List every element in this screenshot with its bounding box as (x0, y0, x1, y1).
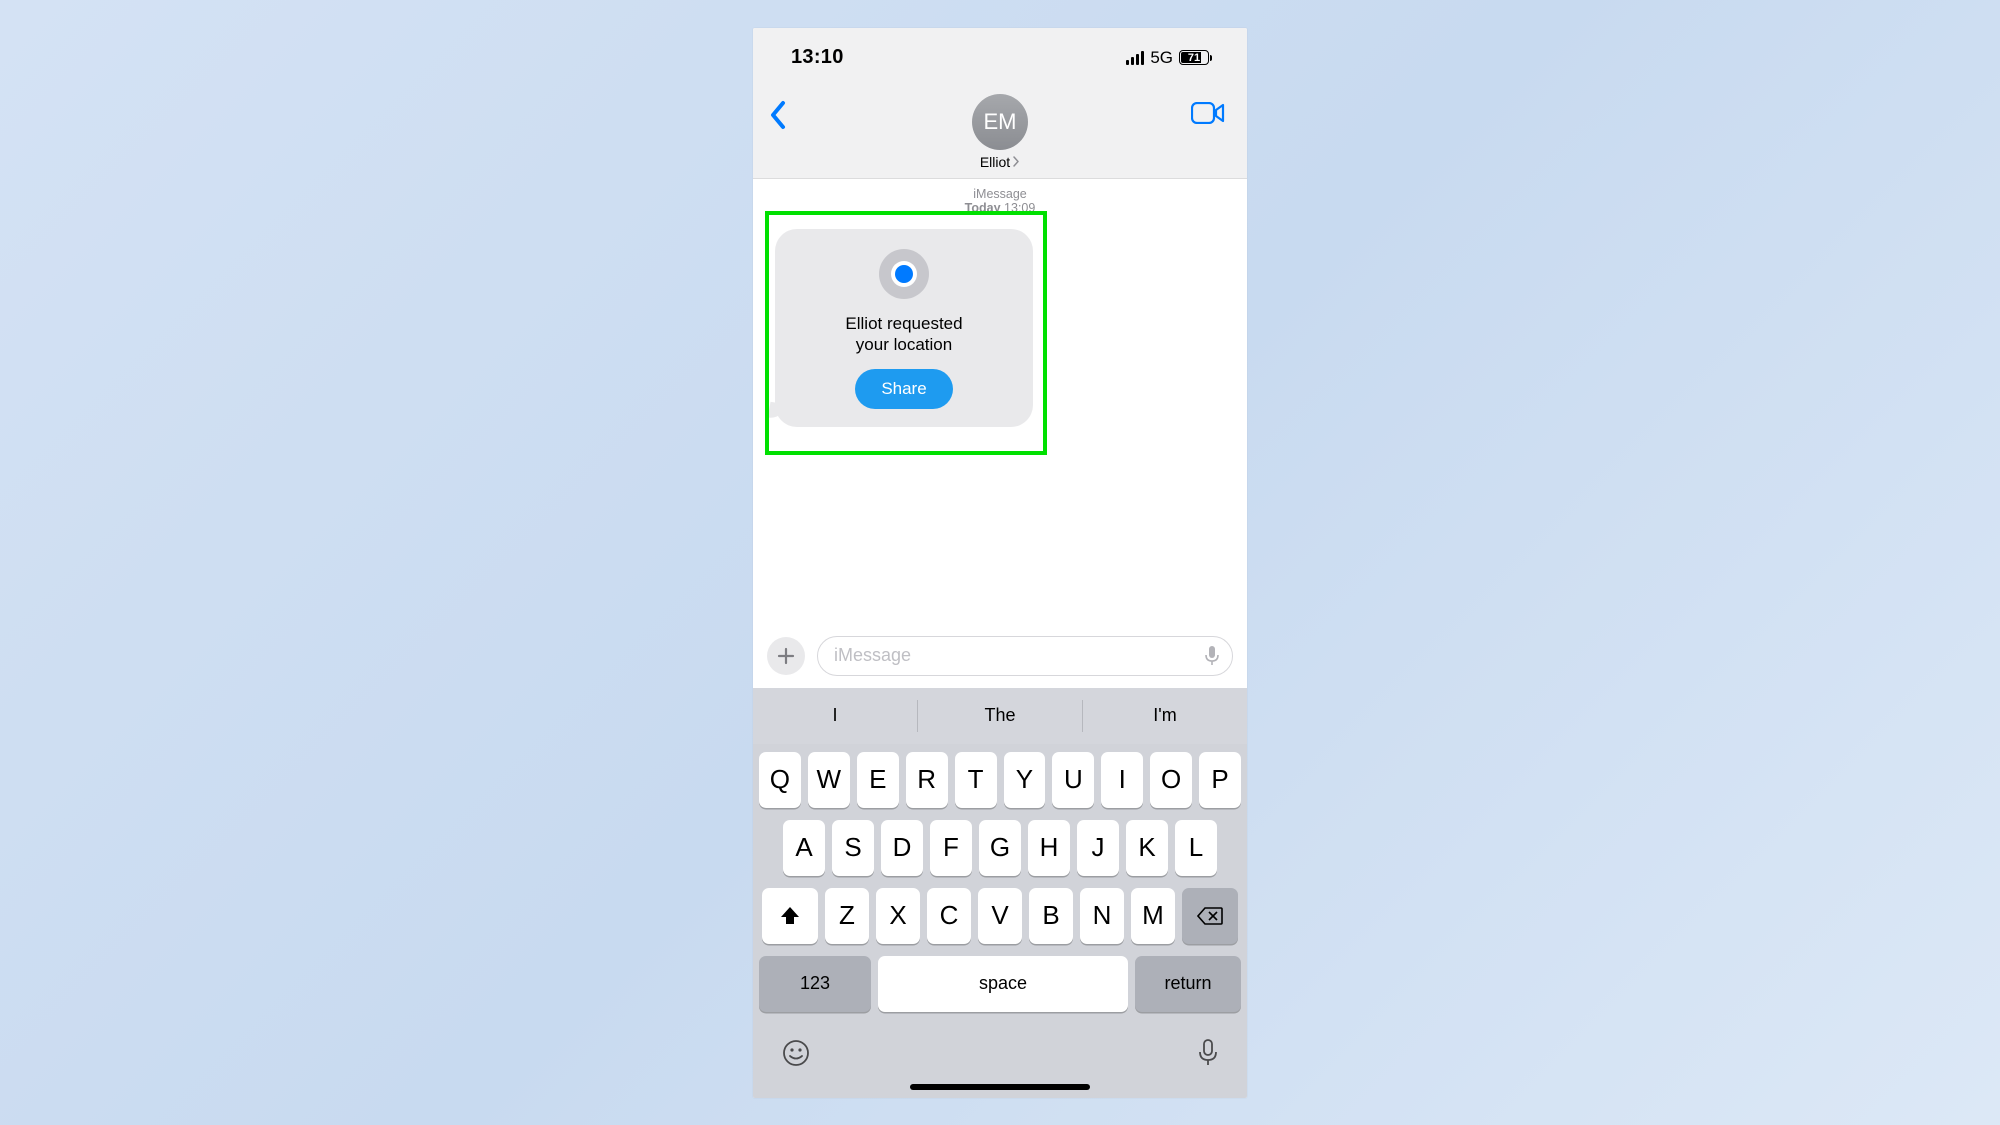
status-bar: 13:10 5G 71 (753, 28, 1247, 88)
back-button[interactable] (769, 100, 787, 135)
contact-name-button[interactable]: Elliot (980, 154, 1020, 170)
key-q[interactable]: Q (759, 752, 801, 808)
key-row-3: Z X C V B N M (759, 888, 1241, 944)
suggestion-2[interactable]: The (918, 688, 1082, 744)
status-time: 13:10 (791, 46, 844, 69)
keyboard-dictation-button[interactable] (1197, 1038, 1219, 1073)
key-numbers[interactable]: 123 (759, 956, 871, 1012)
suggestion-1[interactable]: I (753, 688, 917, 744)
key-m[interactable]: M (1131, 888, 1175, 944)
key-z[interactable]: Z (825, 888, 869, 944)
messages-area: iMessage Today 13:09 Elliot requested yo… (753, 179, 1247, 628)
key-r[interactable]: R (906, 752, 948, 808)
message-placeholder: iMessage (834, 645, 911, 666)
suggestion-bar: I The I'm (753, 688, 1247, 744)
key-y[interactable]: Y (1004, 752, 1046, 808)
key-v[interactable]: V (978, 888, 1022, 944)
home-indicator[interactable] (910, 1084, 1090, 1090)
emoji-button[interactable] (781, 1038, 811, 1073)
contact-name-label: Elliot (980, 154, 1010, 170)
suggestion-3[interactable]: I'm (1083, 688, 1247, 744)
location-request-bubble: Elliot requested your location Share (775, 229, 1033, 428)
key-t[interactable]: T (955, 752, 997, 808)
key-n[interactable]: N (1080, 888, 1124, 944)
iphone-screenshot: 13:10 5G 71 EM Elliot (753, 28, 1247, 1098)
status-indicators: 5G 71 (1126, 48, 1209, 68)
key-backspace[interactable] (1182, 888, 1238, 944)
key-shift[interactable] (762, 888, 818, 944)
key-p[interactable]: P (1199, 752, 1241, 808)
plus-icon (776, 646, 796, 666)
service-label: iMessage (753, 187, 1247, 201)
location-request-text: Elliot requested your location (845, 313, 962, 356)
key-k[interactable]: K (1126, 820, 1168, 876)
key-f[interactable]: F (930, 820, 972, 876)
network-type: 5G (1150, 48, 1173, 68)
key-return[interactable]: return (1135, 956, 1241, 1012)
key-row-4: 123 space return (759, 956, 1241, 1012)
battery-percent: 71 (1188, 52, 1200, 64)
share-location-button[interactable]: Share (855, 369, 952, 409)
emoji-icon (781, 1038, 811, 1068)
key-u[interactable]: U (1052, 752, 1094, 808)
key-g[interactable]: G (979, 820, 1021, 876)
keyboard-bottom-bar (753, 1024, 1247, 1082)
dictation-icon[interactable] (1204, 645, 1220, 667)
key-s[interactable]: S (832, 820, 874, 876)
key-o[interactable]: O (1150, 752, 1192, 808)
conversation-header: EM Elliot (753, 88, 1247, 179)
key-e[interactable]: E (857, 752, 899, 808)
key-row-1: Q W E R T Y U I O P (759, 752, 1241, 808)
contact-avatar[interactable]: EM (972, 94, 1028, 150)
message-input[interactable]: iMessage (817, 636, 1233, 676)
key-c[interactable]: C (927, 888, 971, 944)
key-i[interactable]: I (1101, 752, 1143, 808)
key-row-2: A S D F G H J K L (759, 820, 1241, 876)
compose-bar: iMessage (753, 628, 1247, 688)
key-x[interactable]: X (876, 888, 920, 944)
backspace-icon (1197, 906, 1223, 926)
key-l[interactable]: L (1175, 820, 1217, 876)
key-j[interactable]: J (1077, 820, 1119, 876)
facetime-button[interactable] (1191, 102, 1225, 129)
location-icon (879, 249, 929, 299)
timestamp-label: Today 13:09 (753, 201, 1247, 215)
microphone-icon (1197, 1038, 1219, 1068)
key-w[interactable]: W (808, 752, 850, 808)
key-h[interactable]: H (1028, 820, 1070, 876)
shift-icon (779, 905, 801, 927)
chevron-right-icon (1012, 156, 1020, 167)
chevron-left-icon (769, 100, 787, 130)
keyboard: I The I'm Q W E R T Y U I O P A S D (753, 688, 1247, 1098)
cellular-signal-icon (1126, 51, 1144, 65)
key-b[interactable]: B (1029, 888, 1073, 944)
attach-button[interactable] (767, 637, 805, 675)
battery-icon: 71 (1179, 50, 1209, 65)
key-d[interactable]: D (881, 820, 923, 876)
key-space[interactable]: space (878, 956, 1128, 1012)
video-camera-icon (1191, 102, 1225, 124)
key-a[interactable]: A (783, 820, 825, 876)
